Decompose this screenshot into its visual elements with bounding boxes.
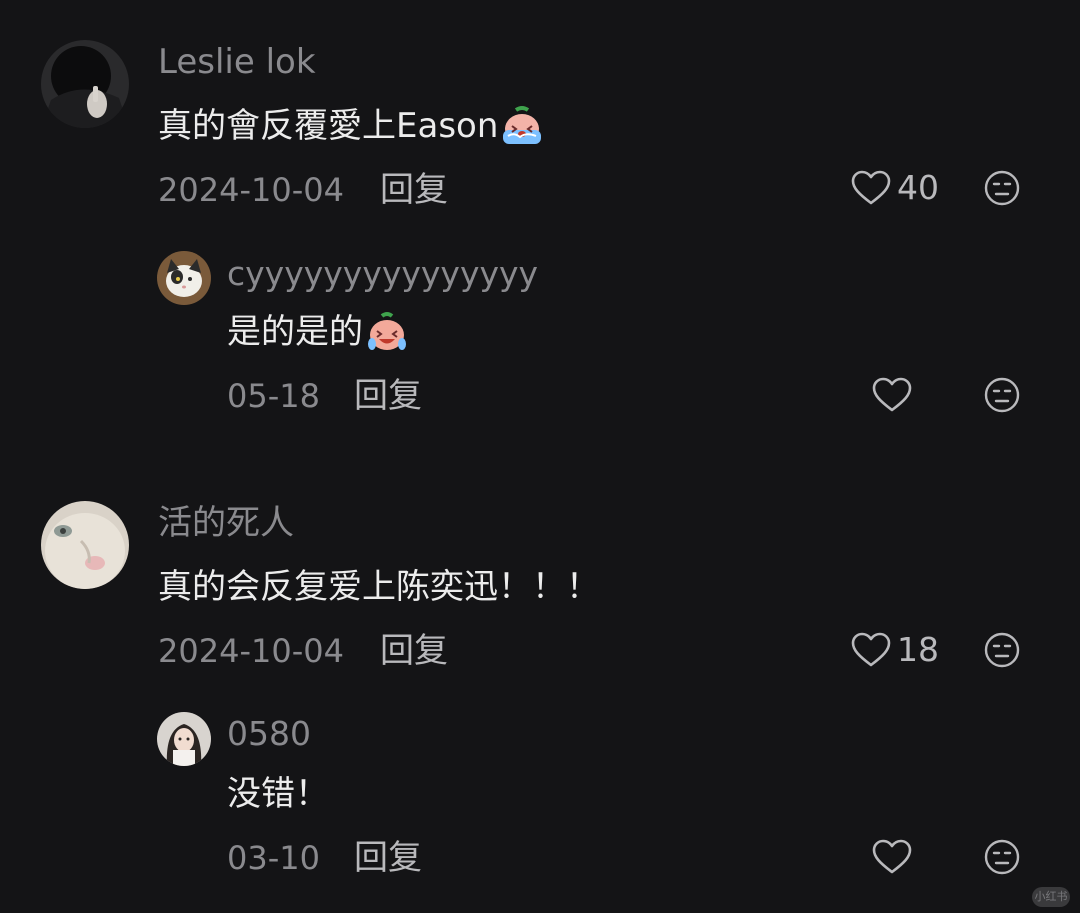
comment-text: 没错！	[227, 772, 329, 816]
like-count: 40	[897, 168, 939, 207]
comment-text-body: 真的會反覆愛上Eason	[158, 106, 499, 146]
avatar-image	[157, 251, 211, 305]
heart-icon	[851, 170, 891, 206]
dislike-icon[interactable]	[984, 839, 1020, 875]
comment-text-body: 真的会反复爱上陈奕迅！！！	[158, 567, 600, 607]
comment-date: 05-18	[227, 377, 320, 415]
comment-text: 是的是的	[227, 310, 409, 354]
dislike-icon[interactable]	[984, 377, 1020, 413]
like-count: 18	[897, 630, 939, 669]
reply-button[interactable]: 回复	[380, 631, 448, 671]
like-button[interactable]: 40	[851, 168, 939, 208]
avatar-image	[41, 501, 129, 589]
comment-text-body: 是的是的	[227, 312, 363, 352]
comment-text-body: 没错！	[227, 774, 329, 814]
username[interactable]: cyyyyyyyyyyyyyyy	[227, 254, 538, 294]
avatar[interactable]	[41, 40, 129, 128]
username[interactable]: 0580	[227, 714, 311, 754]
username[interactable]: 活的死人	[158, 503, 294, 543]
comment-date: 2024-10-04	[158, 632, 344, 670]
dislike-icon[interactable]	[984, 632, 1020, 668]
heart-icon	[851, 632, 891, 668]
avatar[interactable]	[41, 501, 129, 589]
laugh-cry-face-emoji	[365, 310, 409, 354]
comment-date: 2024-10-04	[158, 171, 344, 209]
like-button[interactable]	[872, 375, 918, 415]
like-button[interactable]	[872, 837, 918, 877]
heart-icon	[872, 839, 912, 875]
reply-button[interactable]: 回复	[380, 170, 448, 210]
avatar-image	[41, 40, 129, 128]
reply-button[interactable]: 回复	[354, 838, 422, 878]
avatar[interactable]	[157, 712, 211, 766]
comment-text: 真的会反复爱上陈奕迅！！！	[158, 565, 600, 609]
avatar-image	[157, 712, 211, 766]
username[interactable]: Leslie lok	[158, 42, 316, 82]
reply-button[interactable]: 回复	[354, 376, 422, 416]
like-button[interactable]: 18	[851, 630, 939, 670]
crying-face-emoji	[500, 104, 544, 148]
dislike-icon[interactable]	[984, 170, 1020, 206]
heart-icon	[872, 377, 912, 413]
avatar[interactable]	[157, 251, 211, 305]
comment-date: 03-10	[227, 839, 320, 877]
comment-text: 真的會反覆愛上Eason	[158, 104, 544, 148]
watermark-badge: 小红书	[1032, 887, 1070, 907]
